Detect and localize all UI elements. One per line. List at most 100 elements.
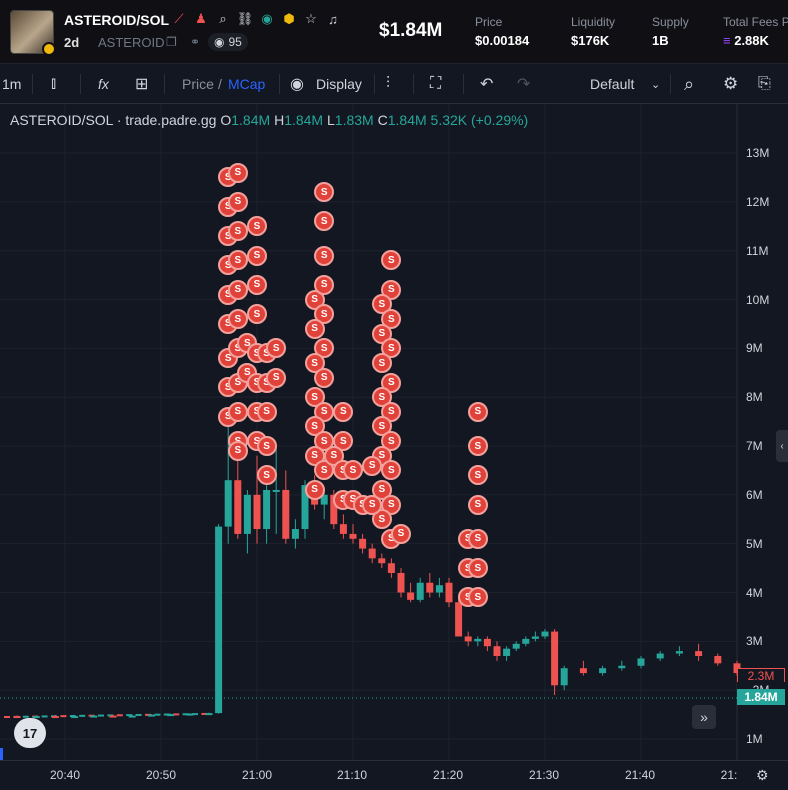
candle-body[interactable] [579, 668, 587, 674]
tradingview-logo[interactable]: 17 [14, 718, 46, 748]
price-toggle[interactable]: Price [182, 64, 214, 104]
indicators-fx-icon[interactable]: fx [98, 64, 109, 104]
sell-marker[interactable]: S [314, 182, 335, 203]
scroll-to-realtime-button[interactable]: » [692, 705, 716, 729]
interval-button[interactable]: 1m [2, 64, 21, 104]
candle-body[interactable] [387, 563, 395, 573]
candle-body[interactable] [474, 638, 482, 642]
chevron-down-icon[interactable]: ⌄ [651, 64, 660, 104]
sell-marker[interactable]: S [256, 465, 277, 486]
candle-body[interactable] [378, 558, 386, 564]
candle-body[interactable] [503, 648, 511, 656]
sell-marker[interactable]: S [247, 216, 267, 237]
sell-marker[interactable]: S [371, 353, 392, 373]
sell-marker[interactable]: S [391, 523, 411, 544]
candle-body[interactable] [714, 655, 722, 664]
layouts-grid-icon[interactable]: ⊞ [135, 64, 148, 104]
candle-body[interactable] [291, 529, 299, 539]
candle-body[interactable] [455, 602, 463, 637]
sell-marker[interactable]: S [381, 460, 402, 481]
candle-body[interactable] [243, 494, 251, 534]
candle-body[interactable] [263, 489, 271, 530]
candle-body[interactable] [560, 668, 568, 686]
sell-marker[interactable]: S [227, 309, 248, 330]
candle-body[interactable] [445, 582, 453, 603]
candle-body[interactable] [109, 715, 117, 718]
holders-icon[interactable]: ♟ [192, 10, 210, 28]
sell-marker[interactable]: S [304, 318, 325, 339]
candle-body[interactable] [224, 480, 232, 527]
sell-marker[interactable]: S [247, 304, 267, 325]
sell-marker[interactable]: S [256, 401, 277, 422]
sell-marker[interactable]: S [266, 367, 287, 388]
candle-body[interactable] [493, 646, 501, 656]
candle-body[interactable] [483, 638, 491, 647]
sell-marker[interactable]: S [314, 274, 335, 295]
link-icon[interactable]: ⚭ [190, 35, 200, 49]
candle-body[interactable] [522, 638, 530, 644]
candle-body[interactable] [368, 548, 376, 559]
candle-body[interactable] [551, 631, 559, 686]
sell-marker[interactable]: S [227, 162, 248, 183]
candle-body[interactable] [349, 533, 357, 539]
candle-body[interactable] [205, 713, 213, 716]
candle-body[interactable] [339, 524, 347, 534]
candle-body[interactable] [167, 714, 175, 717]
candle-body[interactable] [675, 651, 683, 654]
candle-body[interactable] [512, 643, 520, 649]
candle-body[interactable] [407, 592, 415, 600]
candle-body[interactable] [426, 582, 434, 593]
candle-body[interactable] [128, 715, 136, 718]
sell-marker[interactable]: S [467, 587, 488, 608]
sell-marker[interactable]: S [467, 558, 488, 579]
candle-body[interactable] [234, 480, 242, 534]
candle-body[interactable] [695, 651, 703, 656]
candle-body[interactable] [282, 489, 290, 539]
mcap-toggle[interactable]: MCap [228, 64, 265, 104]
sell-marker[interactable]: S [362, 455, 383, 476]
sell-marker[interactable]: S [467, 401, 488, 422]
sell-marker[interactable]: S [304, 479, 325, 500]
candle-body[interactable] [599, 668, 607, 674]
candle-body[interactable] [656, 653, 664, 659]
eye-display-icon[interactable]: ◉ [290, 64, 304, 104]
gear-icon[interactable]: ⚙ [723, 64, 738, 104]
settings-sliders-icon[interactable]: ⫶ [386, 64, 390, 104]
candle-body[interactable] [464, 636, 472, 642]
display-button[interactable]: Display [316, 64, 362, 104]
candle-body[interactable] [618, 665, 626, 669]
pump-icon[interactable]: ⟋ [170, 10, 188, 28]
candle-body[interactable] [416, 582, 424, 600]
sell-marker[interactable]: S [266, 338, 287, 359]
sell-marker[interactable]: S [343, 460, 363, 481]
sell-marker[interactable]: S [362, 494, 383, 515]
side-panel-toggle[interactable]: ‹ [776, 430, 788, 462]
sell-marker[interactable]: S [227, 401, 248, 422]
sell-marker[interactable]: S [227, 250, 248, 271]
candle-body[interactable] [215, 526, 223, 714]
candle-body[interactable] [359, 538, 367, 549]
sell-marker[interactable]: S [467, 465, 488, 486]
camera-icon[interactable]: ⎘ [758, 64, 771, 104]
candle-body[interactable] [253, 494, 261, 530]
candle-body[interactable] [71, 716, 79, 719]
sell-marker[interactable]: S [227, 440, 248, 461]
candle-body[interactable] [51, 716, 59, 719]
sell-marker[interactable]: S [314, 367, 335, 388]
sell-marker[interactable]: S [467, 436, 488, 457]
sell-marker[interactable]: S [256, 436, 277, 457]
sell-marker[interactable]: S [333, 401, 354, 422]
sell-marker[interactable]: S [247, 274, 267, 295]
sell-marker[interactable]: S [314, 211, 335, 232]
shield-icon[interactable]: ⬢ [280, 10, 298, 28]
sell-marker[interactable]: S [227, 191, 248, 212]
star-icon[interactable]: ☆ [302, 10, 320, 28]
axis-settings-gear-icon[interactable]: ⚙ [756, 767, 769, 784]
candle-body[interactable] [435, 585, 443, 593]
candle-body[interactable] [397, 572, 405, 593]
fullscreen-icon[interactable]: ⛶ [430, 64, 441, 104]
candle-body[interactable] [531, 636, 539, 639]
token-avatar[interactable] [10, 10, 56, 56]
layout-select[interactable]: Default [590, 64, 634, 104]
sell-marker[interactable]: S [467, 528, 488, 549]
